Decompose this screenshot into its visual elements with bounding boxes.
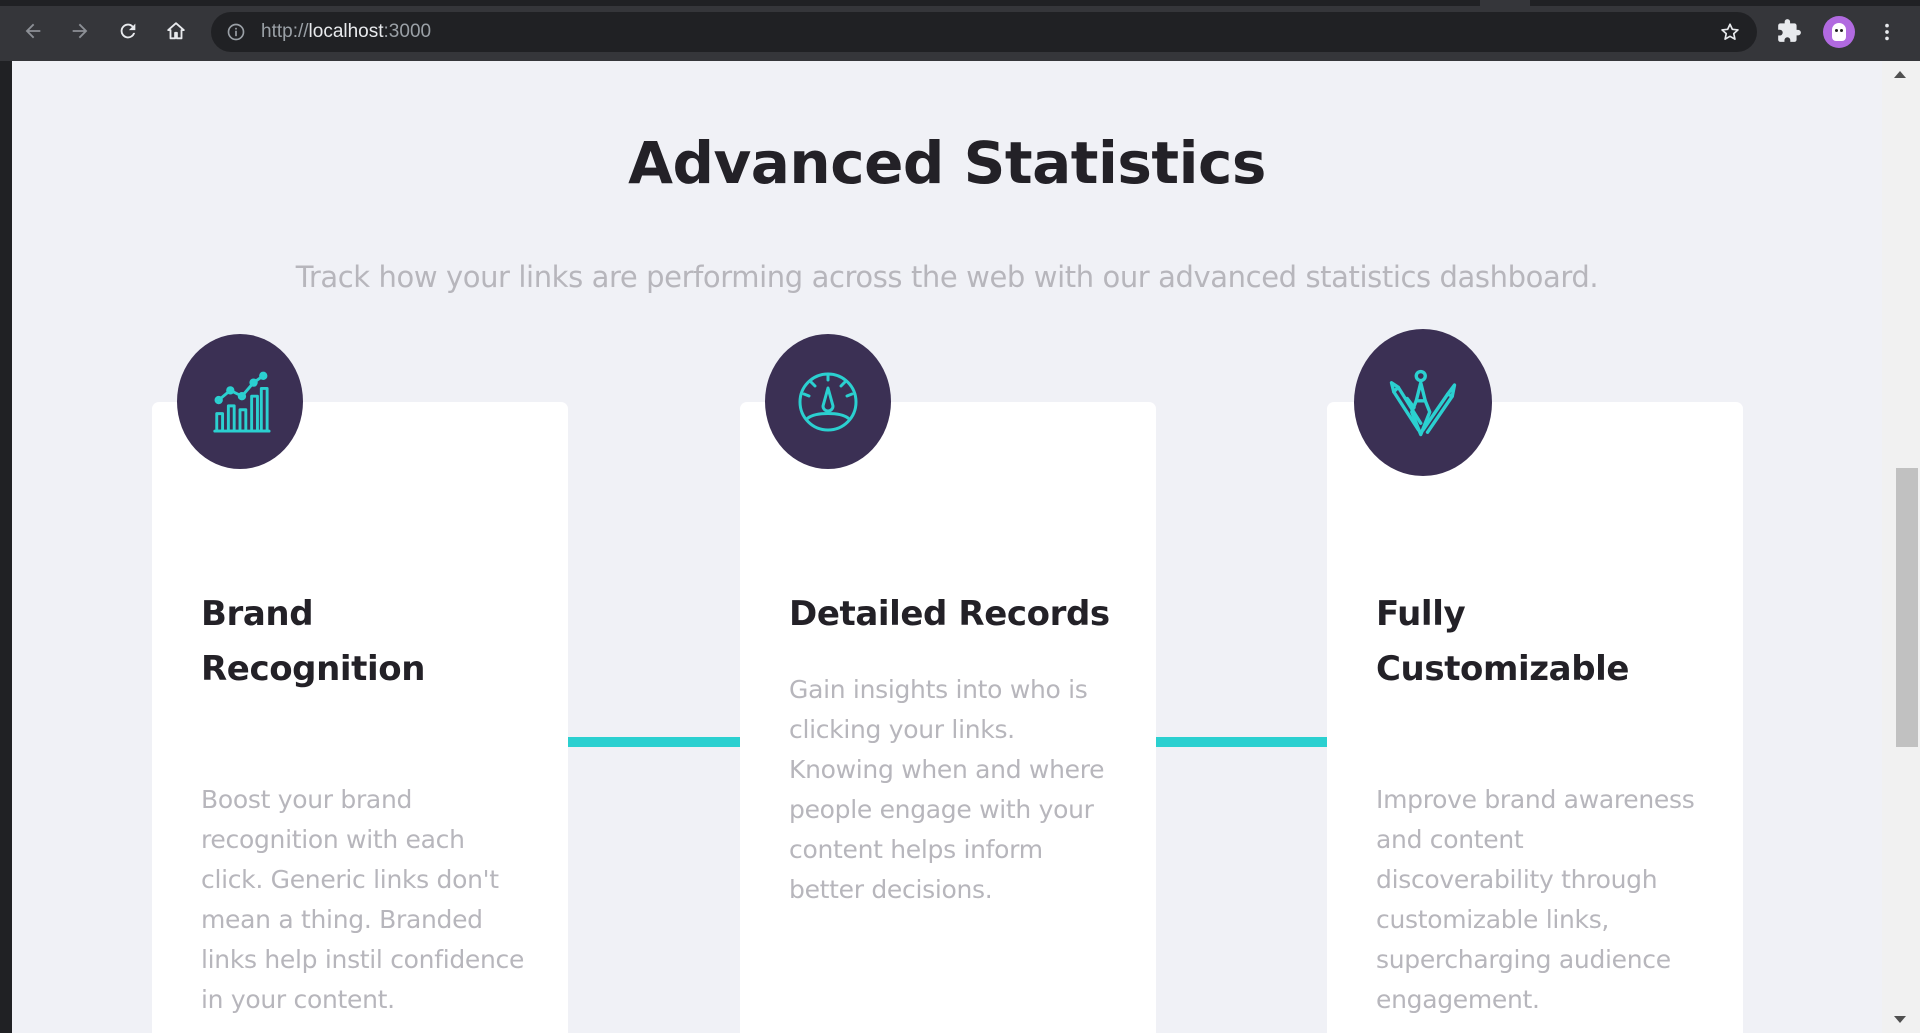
card-description: Boost your brand recognition with each c… [201,785,525,1014]
home-button[interactable] [158,13,194,49]
avatar-face [1832,23,1846,41]
url-text[interactable]: http://localhost:3000 [261,12,431,52]
forward-button[interactable] [62,13,98,49]
puzzle-icon[interactable] [1776,18,1802,44]
vertical-scrollbar[interactable] [1882,61,1920,1033]
card-connector-line [1155,737,1327,747]
kebab-menu-icon[interactable] [1876,20,1898,44]
feature-card-detailed-records: Detailed Records Gain insights into who … [740,402,1156,1033]
scroll-up-arrow-icon[interactable] [1894,71,1906,78]
card-description: Improve brand awareness and content disc… [1376,785,1695,1014]
reload-icon [120,23,136,39]
star-icon[interactable] [1719,21,1741,43]
profile-avatar[interactable] [1823,16,1855,48]
scroll-down-arrow-icon[interactable] [1894,1016,1906,1023]
address-bar[interactable]: http://localhost:3000 [211,12,1757,52]
info-icon[interactable] [226,22,246,42]
back-arrow-icon [25,23,41,39]
card-icon-badge [1354,329,1492,476]
feature-card-fully-customizable: Fully Customizable Improve brand awarene… [1327,402,1743,1033]
forward-arrow-icon [72,23,88,39]
home-icon [167,22,185,40]
card-connector-line [568,737,740,747]
gauge-icon [798,372,858,431]
avatar-eye [1840,29,1843,32]
card-title: Brand Recognition [201,594,426,689]
card-description: Gain insights into who is clicking your … [789,675,1105,904]
section-title: Advanced Statistics [628,129,1266,197]
url-host: localhost [308,21,384,42]
card-title: Fully Customizable [1376,594,1630,689]
card-icon-badge [765,334,891,469]
avatar-eye [1835,29,1838,32]
tab-strip [0,0,1920,6]
feature-card-brand-recognition: Brand Recognition Boost your brand recog… [152,402,568,1033]
page-viewport: Advanced Statistics Track how your links… [12,61,1882,1033]
scrollbar-thumb[interactable] [1896,468,1918,747]
section-subtitle: Track how your links are performing acro… [295,260,1599,294]
reload-button[interactable] [110,13,146,49]
pens-icon [1389,369,1457,436]
chart-icon [213,371,271,433]
back-button[interactable] [15,13,51,49]
active-tab-edge [1480,0,1530,6]
card-title: Detailed Records [789,594,1110,634]
url-scheme: http:// [261,21,309,42]
url-port: :3000 [383,21,432,42]
card-icon-badge [177,334,303,469]
browser-toolbar: http://localhost:3000 [0,0,1920,61]
